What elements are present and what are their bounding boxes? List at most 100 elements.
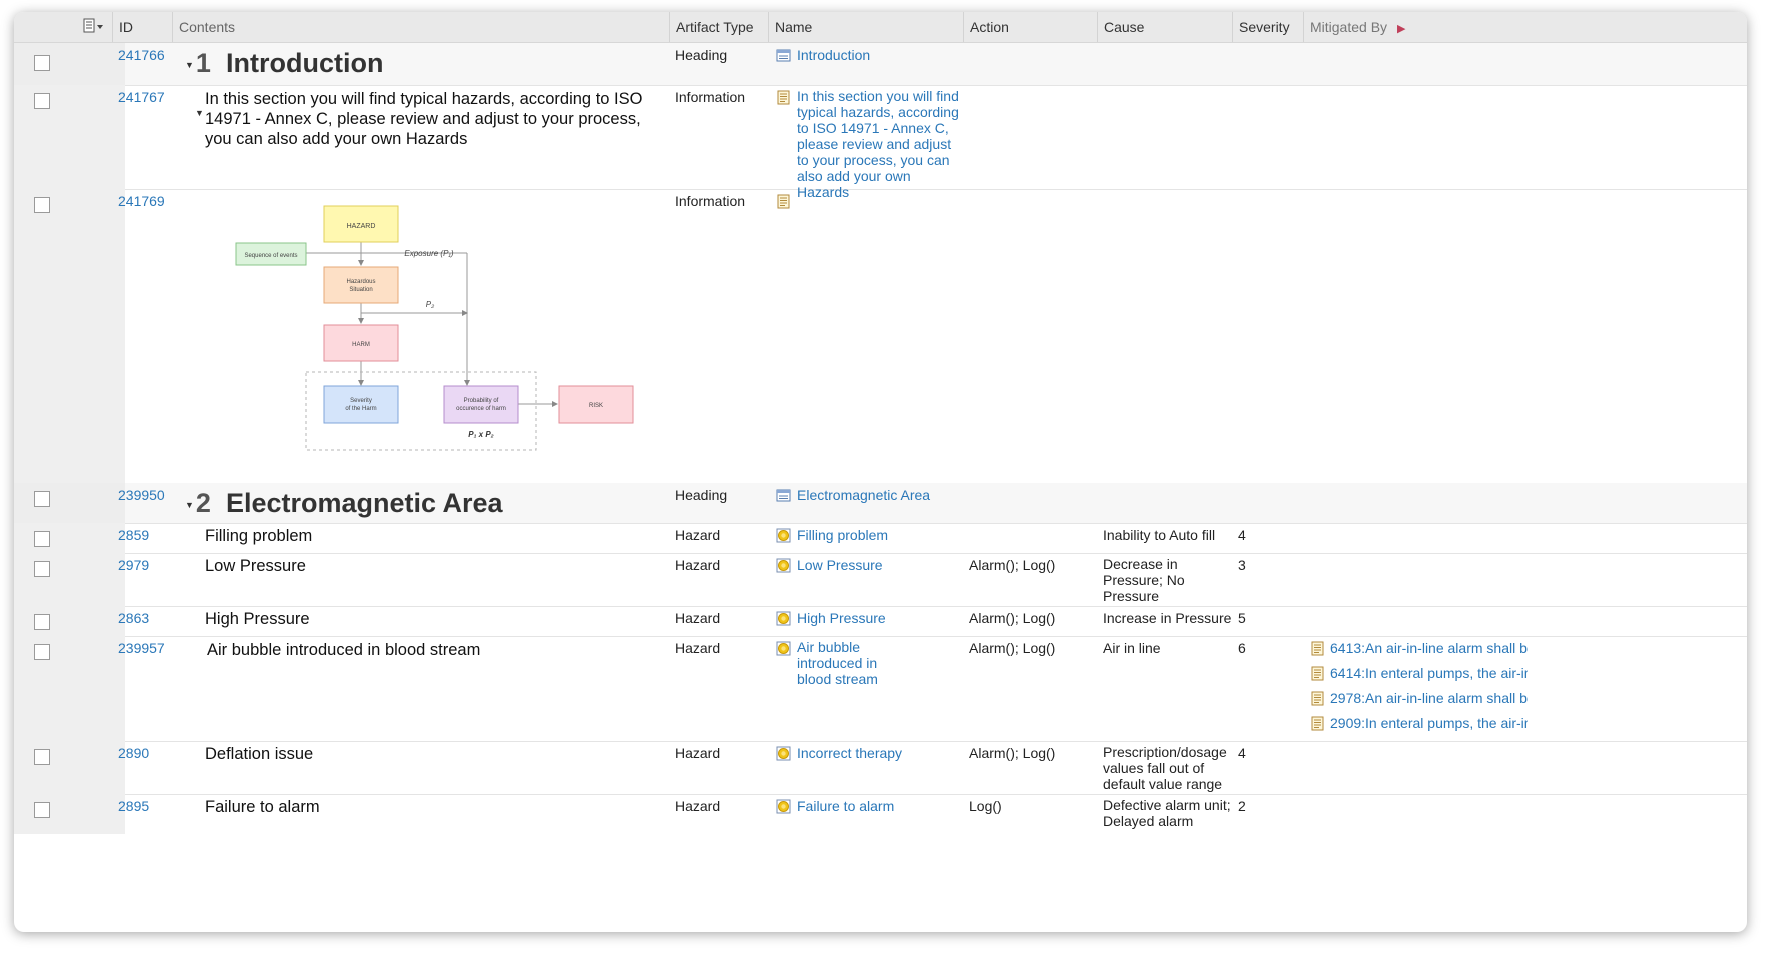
row-checkbox[interactable] [34,802,50,818]
sequence-label: Sequence of events [244,253,297,259]
risk-label: RISK [589,403,603,409]
mitigation-link[interactable]: 6413:An air-in-line alarm shall be t... [1310,640,1528,657]
table-header: ID Contents Artifact Type Name Action Ca… [14,12,1747,43]
table-row[interactable]: 2895 Failure to alarm Hazard Failure to … [14,794,1747,834]
artifact-type: Hazard [675,745,721,761]
requirements-table-window: ID Contents Artifact Type Name Action Ca… [14,12,1747,932]
action-value: Alarm(); Log() [969,610,1056,626]
artifact-name-link[interactable]: High Pressure [797,609,886,627]
information-artifact-icon [776,194,791,209]
artifact-type: Heading [675,487,728,503]
artifact-name-link[interactable]: Filling problem [797,526,888,544]
column-severity[interactable]: Severity [1232,12,1303,42]
severity-value: 3 [1238,557,1246,573]
row-id-link[interactable]: 241769 [118,192,165,210]
heading-artifact-icon [776,488,791,503]
column-action[interactable]: Action [963,12,1097,42]
artifact-name-link[interactable]: Failure to alarm [797,797,894,815]
artifact-type: Heading [675,47,728,63]
probability-box [443,385,519,424]
artifact-name-link[interactable]: Incorrect therapy [797,744,902,762]
artifact-name-link[interactable]: In this section you will find typical ha… [797,88,959,200]
exposure-label: Exposure (P₁) [404,249,454,258]
severity-label-line2: of the Harm [345,406,376,412]
column-cause[interactable]: Cause [1097,12,1232,42]
situation-label-line2: Situation [349,287,372,293]
artifact-name-link[interactable]: Low Pressure [797,556,883,574]
hazard-text: Failure to alarm [205,798,320,816]
row-checkbox[interactable] [34,491,50,507]
row-id-link[interactable]: 2859 [118,526,149,544]
severity-value: 6 [1238,640,1246,656]
cause-value: Inability to Auto fill [1103,527,1216,543]
row-id-link[interactable]: 241766 [118,46,165,64]
information-artifact-icon [776,90,791,105]
mitigation-link[interactable]: 6414:In enteral pumps, the air-in-li... [1310,665,1528,682]
column-name[interactable]: Name [768,12,963,42]
table-row[interactable]: 241769 HAZARD Sequence of events Exposur… [14,189,1747,484]
row-checkbox[interactable] [34,55,50,71]
table-row[interactable]: 2979 Low Pressure Hazard Low Pressure Al… [14,553,1747,607]
mitigation-link[interactable]: 2978:An air-in-line alarm shall be t... [1310,690,1528,707]
hazard-text: Filling problem [205,527,313,545]
hazard-label: HAZARD [347,223,376,230]
collapse-triangle-icon[interactable]: ▼ [195,108,204,118]
collapse-triangle-icon[interactable]: ▼ [185,489,194,521]
table-row[interactable]: 241767 ▼ In this section you will find t… [14,85,1747,200]
row-checkbox[interactable] [34,531,50,547]
artifact-type: Hazard [675,798,721,814]
expand-arrow-icon[interactable]: ▶ [1397,23,1405,35]
hazard-artifact-icon [776,746,791,761]
hazard-text: Air bubble introduced in blood stream [207,641,481,659]
row-checkbox[interactable] [34,644,50,660]
artifact-name-link[interactable]: Introduction [797,46,870,64]
collapse-triangle-icon[interactable]: ▼ [185,49,194,81]
row-checkbox[interactable] [34,614,50,630]
hazard-artifact-icon [776,641,791,656]
hazard-risk-diagram: HAZARD Sequence of events Exposure (P₁) … [235,205,634,451]
table-row[interactable]: 239957 Air bubble introduced in blood st… [14,636,1747,742]
hazard-artifact-icon [776,528,791,543]
section-heading: ▼2 Electromagnetic Area [185,487,503,521]
row-id-link[interactable]: 2979 [118,556,149,574]
requirement-icon [1310,691,1325,706]
row-id-link[interactable]: 2895 [118,797,149,815]
row-id-link[interactable]: 241767 [118,88,165,106]
table-row[interactable]: 2863 High Pressure Hazard High Pressure … [14,606,1747,637]
artifact-type: Hazard [675,610,721,626]
row-checkbox[interactable] [34,749,50,765]
row-id-link[interactable]: 239950 [118,486,165,504]
artifact-type: Information [675,89,746,105]
hazard-artifact-icon [776,558,791,573]
row-id-link[interactable]: 2890 [118,744,149,762]
artifact-name-link[interactable]: Air bubble introduced in blood stream [797,639,897,687]
severity-box [323,385,399,424]
probability-label-line1: Probability of [464,398,499,404]
column-id[interactable]: ID [112,12,173,42]
severity-value: 4 [1238,527,1246,543]
action-value: Alarm(); Log() [969,557,1056,573]
mitigation-link[interactable]: 2909:In enteral pumps, the air-in-li... [1310,715,1528,732]
severity-value: 5 [1238,610,1246,626]
column-artifact-type[interactable]: Artifact Type [669,12,768,42]
row-checkbox[interactable] [34,561,50,577]
table-row[interactable]: 2859 Filling problem Hazard Filling prob… [14,523,1747,554]
requirement-icon [1310,641,1325,656]
requirement-icon [1310,666,1325,681]
artifact-name-link[interactable]: Electromagnetic Area [797,486,930,504]
row-checkbox[interactable] [34,197,50,213]
table-row[interactable]: 2890 Deflation issue Hazard Incorrect th… [14,741,1747,795]
row-id-link[interactable]: 239957 [118,639,165,657]
formula-label: P₁ x P₂ [468,430,493,439]
row-checkbox[interactable] [34,93,50,109]
table-row[interactable]: 239950 ▼2 Electromagnetic Area Heading E… [14,483,1747,524]
requirement-icon [1310,716,1325,731]
table-row[interactable]: 241766 ▼1 Introduction Heading Introduct… [14,43,1747,86]
harm-label: HARM [352,342,370,348]
column-mitigated-by[interactable]: Mitigated By ▶ [1303,12,1747,42]
column-contents[interactable]: Contents [172,12,669,42]
hazard-text: Deflation issue [205,745,314,763]
row-id-link[interactable]: 2863 [118,609,149,627]
severity-label-line1: Severity [350,398,372,404]
cause-value: Increase in Pressure [1103,610,1232,626]
